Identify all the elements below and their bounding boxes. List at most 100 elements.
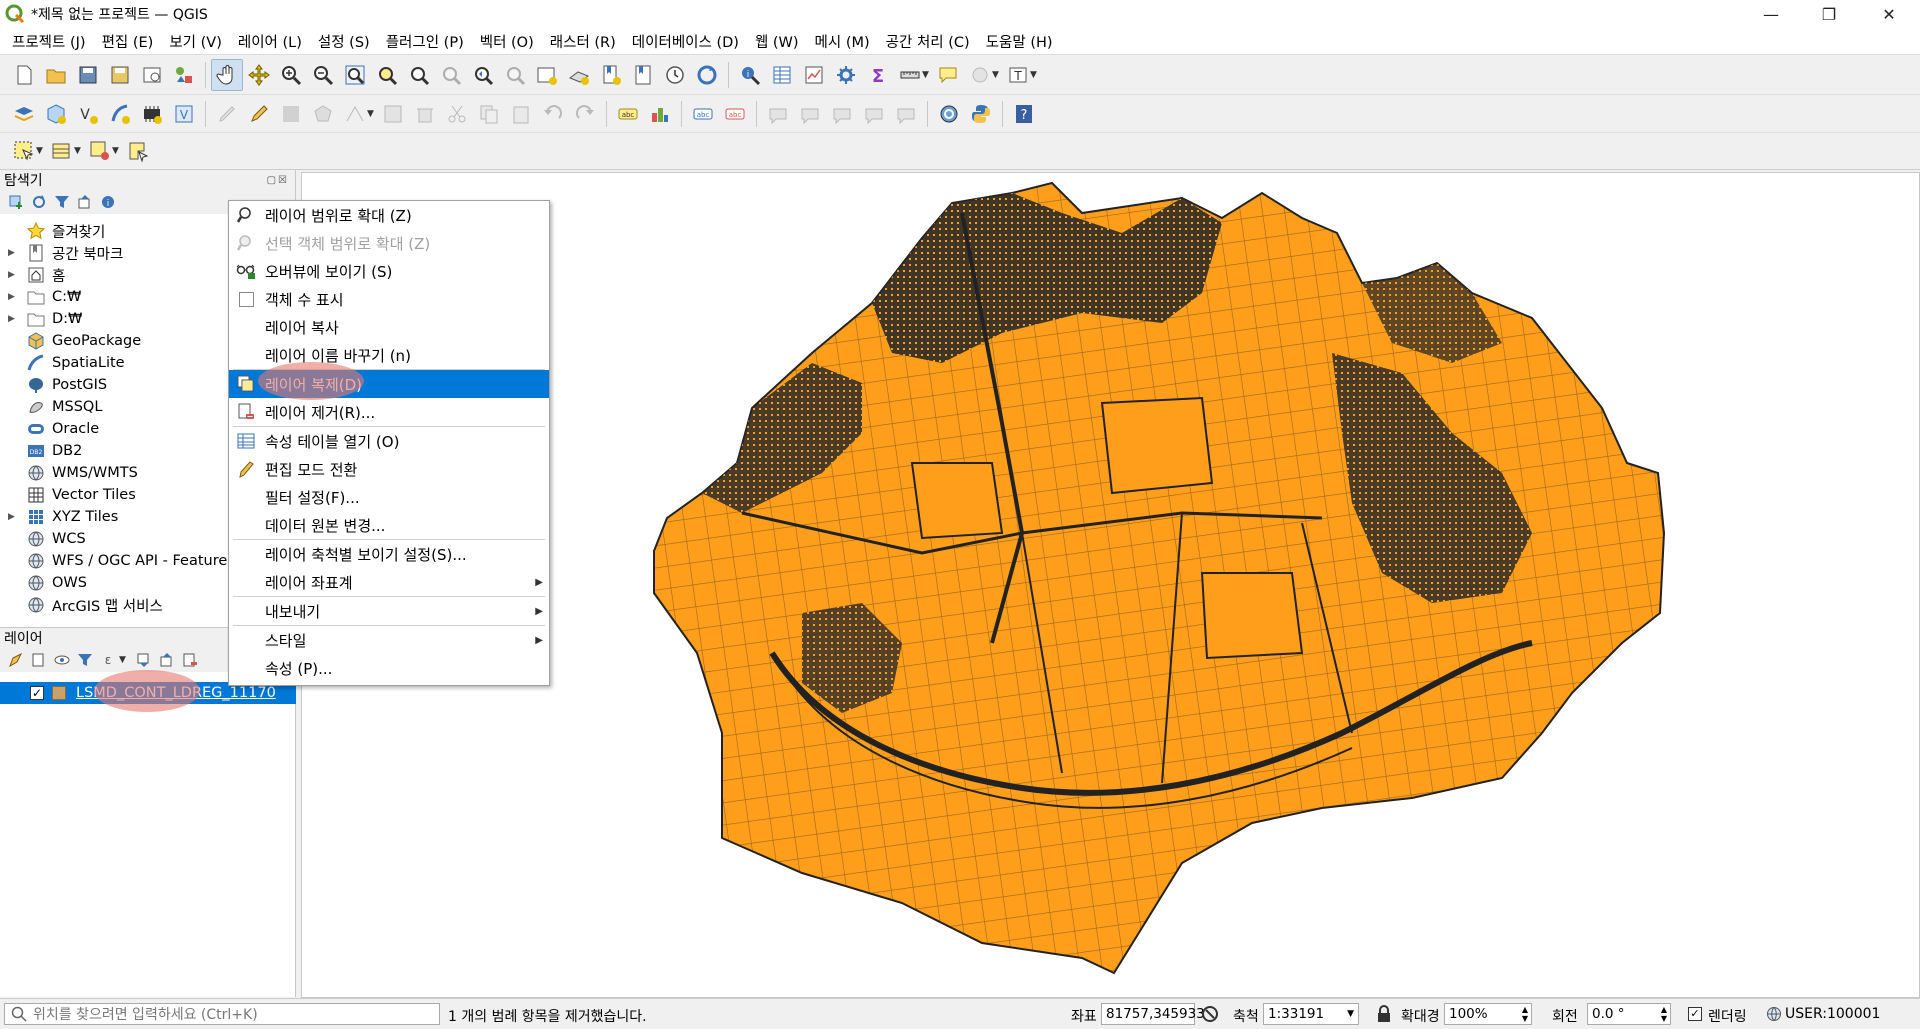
show-bookmarks-button[interactable] — [627, 59, 659, 91]
label-highlight-button[interactable] — [762, 98, 794, 130]
collapse-all-icon[interactable] — [159, 652, 175, 668]
refresh-icon[interactable] — [31, 194, 47, 210]
deselect-dropdown-icon[interactable]: ▼ — [112, 146, 122, 156]
menu-item-duplicate-layer[interactable]: 레이어 복제(D) — [229, 370, 549, 398]
maximize-button[interactable]: ❐ — [1800, 0, 1858, 28]
menu-item-export[interactable]: 내보내기 ▶ — [229, 597, 549, 625]
label-show-hide-button[interactable] — [890, 98, 922, 130]
menu-raster[interactable]: 래스터 (R) — [542, 31, 624, 52]
menu-web[interactable]: 웹 (W) — [747, 31, 807, 52]
expand-all-icon[interactable] — [136, 652, 152, 668]
menu-database[interactable]: 데이터베이스 (D) — [624, 31, 747, 52]
menu-item-filter[interactable]: 필터 설정(F)... — [229, 483, 549, 511]
zoom-to-selection-button[interactable] — [371, 59, 403, 91]
sum-button[interactable]: Σ — [862, 59, 894, 91]
zoom-full-button[interactable] — [339, 59, 371, 91]
add-selected-layers-icon[interactable] — [8, 194, 24, 210]
label-pin-button[interactable]: abc — [719, 98, 751, 130]
copy-features-button[interactable] — [473, 98, 505, 130]
map-tips-button[interactable] — [932, 59, 964, 91]
menu-item-show-feature-count[interactable]: 객체 수 표시 — [229, 285, 549, 313]
zoom-native-button[interactable] — [435, 59, 467, 91]
panel-float-close-icon[interactable]: ▢☒ — [267, 175, 289, 186]
new-virtual-layer-button[interactable]: V — [168, 98, 200, 130]
style-manager-button[interactable] — [168, 59, 200, 91]
menu-processing[interactable]: 공간 처리 (C) — [878, 31, 978, 52]
help-button[interactable]: ? — [1008, 98, 1040, 130]
magnifier-spinbox[interactable]: 100% ▲ ▼ — [1444, 1003, 1532, 1025]
menu-item-change-data-source[interactable]: 데이터 원본 변경... — [229, 511, 549, 539]
quickmapservices-button[interactable] — [933, 98, 965, 130]
locator-search-input[interactable]: 위치를 찾으려면 입력하세요 (Ctrl+K) — [4, 1003, 440, 1025]
minimize-button[interactable]: — — [1742, 0, 1800, 28]
new-shapefile-button[interactable]: V — [72, 98, 104, 130]
magnifier-spin-icon[interactable]: ▲ ▼ — [1522, 1005, 1528, 1023]
feature-count-checkbox[interactable] — [238, 291, 254, 307]
menu-mesh[interactable]: 메시 (M) — [807, 31, 878, 52]
menu-item-scale-visibility[interactable]: 레이어 축척별 보이기 설정(S)... — [229, 540, 549, 568]
current-edits-button[interactable] — [211, 98, 243, 130]
select-value-dropdown-icon[interactable]: ▼ — [74, 146, 84, 156]
annotation-button[interactable] — [964, 59, 996, 91]
toggle-editing-button[interactable] — [243, 98, 275, 130]
new-geopackage-button[interactable] — [40, 98, 72, 130]
menu-layer[interactable]: 레이어 (L) — [230, 31, 310, 52]
collapse-all-icon[interactable] — [77, 194, 93, 210]
filter-legend-icon[interactable] — [77, 652, 93, 668]
menu-item-styles[interactable]: 스타일 ▶ — [229, 626, 549, 654]
menu-item-properties[interactable]: 속성 (P)... — [229, 654, 549, 682]
menu-plugins[interactable]: 플러그인 (P) — [378, 31, 472, 52]
modify-attributes-button[interactable] — [377, 98, 409, 130]
filter-expression-icon[interactable]: ε — [100, 652, 116, 668]
vertex-tool-button[interactable] — [339, 98, 371, 130]
menu-item-remove-layer[interactable]: 레이어 제거(R)... — [229, 398, 549, 426]
coordinate-field[interactable]: 81757,345933 — [1101, 1003, 1205, 1025]
data-source-manager-button[interactable] — [8, 98, 40, 130]
measure-dropdown-icon[interactable]: ▼ — [922, 70, 932, 80]
menu-item-open-attribute-table[interactable]: 속성 테이블 열기 (O) — [229, 427, 549, 455]
statistics-button[interactable] — [798, 59, 830, 91]
scale-dropdown-icon[interactable]: ▼ — [1347, 1009, 1354, 1019]
new-spatialite-button[interactable] — [104, 98, 136, 130]
add-polygon-button[interactable] — [307, 98, 339, 130]
close-button[interactable]: ✕ — [1860, 0, 1918, 28]
info-icon[interactable]: i — [100, 194, 116, 210]
zoom-out-button[interactable] — [307, 59, 339, 91]
layer-labeling-button[interactable]: abc — [687, 98, 719, 130]
filter-icon[interactable] — [54, 194, 70, 210]
diagram-properties-button[interactable] — [644, 98, 676, 130]
filter-expression-dropdown-icon[interactable]: ▼ — [119, 655, 129, 665]
menu-item-layer-crs[interactable]: 레이어 좌표계 ▶ — [229, 568, 549, 596]
menu-help[interactable]: 도움말 (H) — [978, 31, 1061, 52]
menu-item-zoom-to-layer[interactable]: 레이어 범위로 확대 (Z) — [229, 201, 549, 229]
new-3d-view-button[interactable] — [563, 59, 595, 91]
menu-edit[interactable]: 편집 (E) — [94, 31, 162, 52]
python-console-button[interactable] — [965, 98, 997, 130]
layer-visibility-checkbox[interactable]: ✓ — [30, 686, 44, 700]
processing-toolbox-button[interactable] — [830, 59, 862, 91]
rotation-spin-icon[interactable]: ▲ ▼ — [1661, 1005, 1667, 1023]
open-attribute-table-button[interactable] — [766, 59, 798, 91]
save-project-button[interactable] — [72, 59, 104, 91]
layer-name[interactable]: LSMD_CONT_LDREG_11170 — [76, 685, 276, 701]
rotation-spinbox[interactable]: 0.0 ° ▲ ▼ — [1587, 1003, 1671, 1025]
new-memory-layer-button[interactable] — [136, 98, 168, 130]
refresh-button[interactable] — [691, 59, 723, 91]
undo-button[interactable] — [537, 98, 569, 130]
label-change-button[interactable] — [858, 98, 890, 130]
new-map-view-button[interactable] — [531, 59, 563, 91]
new-bookmark-button[interactable] — [595, 59, 627, 91]
menu-item-toggle-editing[interactable]: 편집 모드 전환 — [229, 455, 549, 483]
identify-features-button[interactable]: i — [734, 59, 766, 91]
crs-value[interactable]: USER:100001 — [1785, 1006, 1880, 1022]
paste-features-button[interactable] — [505, 98, 537, 130]
select-dropdown-icon[interactable]: ▼ — [36, 146, 46, 156]
zoom-to-layer-button[interactable] — [403, 59, 435, 91]
select-location-button[interactable] — [122, 135, 154, 167]
print-layout-button[interactable] — [136, 59, 168, 91]
menu-view[interactable]: 보기 (V) — [161, 31, 230, 52]
menu-item-zoom-to-selection[interactable]: 선택 객체 범위로 확대 (Z) — [229, 229, 549, 257]
redo-button[interactable] — [569, 98, 601, 130]
menu-item-rename-layer[interactable]: 레이어 이름 바꾸기 (n) — [229, 341, 549, 369]
crs-globe-icon[interactable] — [1766, 1006, 1782, 1022]
